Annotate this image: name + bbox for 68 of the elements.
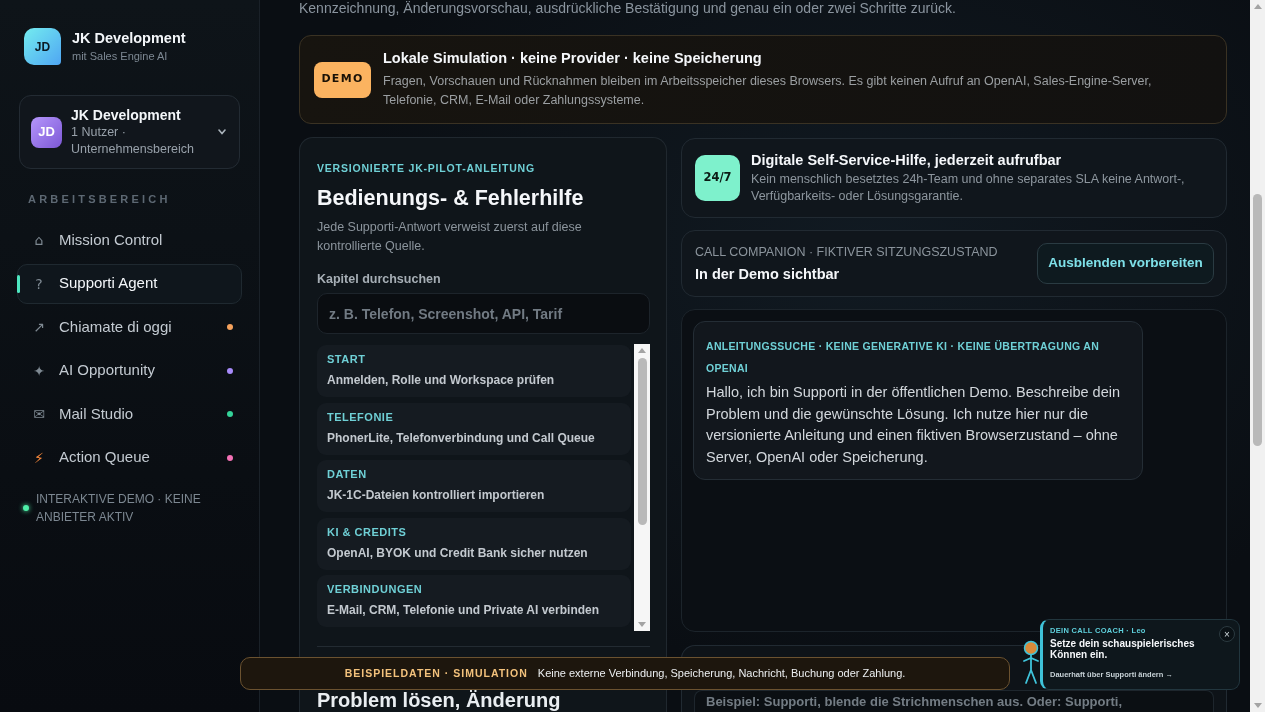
- question-mark-icon: ?: [31, 275, 47, 292]
- brand-title: JK Development: [72, 29, 186, 47]
- section-eyebrow: VERSIONIERTE JK-PILOT-ANLEITUNG: [317, 162, 536, 174]
- scrollbar-thumb[interactable]: [1253, 194, 1262, 446]
- scroll-up-icon[interactable]: [1253, 4, 1262, 9]
- section-label: ARBEITSBEREICH: [28, 193, 172, 205]
- scrollbar-thumb[interactable]: [637, 358, 647, 525]
- chevron-down-icon: [218, 129, 226, 135]
- scroll-up-icon[interactable]: [638, 348, 646, 353]
- lightning-icon: ⚡: [31, 449, 47, 466]
- chapter-title: JK-1C-Dateien kontrolliert importieren: [327, 487, 546, 503]
- scroll-down-icon[interactable]: [638, 622, 646, 627]
- section-title: Problem lösen, Änderung: [317, 690, 562, 710]
- sidebar-item[interactable]: ↗ Chiamate di oggi: [17, 307, 242, 347]
- chapter-item[interactable]: START Anmelden, Rolle und Workspace prüfen: [317, 345, 631, 397]
- guide-description: Jede Supporti-Antwort verweist zuerst auf diese kontrollierte Quelle.: [317, 219, 583, 255]
- sparkle-icon: ✦: [31, 362, 47, 379]
- chapter-tag: START: [327, 353, 621, 365]
- sidebar-item[interactable]: ? Supporti Agent: [17, 263, 242, 304]
- scroll-down-icon[interactable]: [1253, 703, 1262, 708]
- search-label: Kapitel durchsuchen: [317, 271, 442, 287]
- chapter-item[interactable]: TELEFONIE PhonerLite, Telefonverbindung und Call Queue: [317, 402, 631, 455]
- chapter-item[interactable]: DATEN JK-1C-Dateien kontrolliert importieren: [317, 460, 631, 512]
- workspace-avatar: JD: [31, 116, 62, 148]
- close-button[interactable]: ×: [1219, 626, 1235, 642]
- workspace-switcher[interactable]: JD JK Development 1 Nutzer · Unternehmensbereich: [19, 95, 240, 169]
- notice-text: Fragen, Vorschauen und Rücknahmen bleiben im Arbeitsspeicher dieses Browsers. Es gibt keinen Aufruf an OpenAI, Sales-Engine-Server, Telefonie, CRM, E-Mail oder Zahlungssysteme.: [383, 73, 1153, 109]
- chapter-item[interactable]: KI & CREDITS OpenAI, BYOK und Credit Bank sicher nutzen: [317, 517, 631, 570]
- hide-button[interactable]: Ausblenden vorbereiten: [1037, 243, 1214, 284]
- info-text: Kein menschlich besetztes 24h-Team und ohne separates SLA keine Antwort-, Verfügbarkeits- oder Lösungsgarantie.: [751, 171, 1186, 205]
- status-value: In der Demo sichtbar: [695, 264, 841, 284]
- sidebar-item[interactable]: ✉ Mail Studio: [17, 394, 242, 434]
- chapter-title: E-Mail, CRM, Telefonie und Private AI verbinden: [327, 602, 601, 618]
- stick-figure-icon: [1022, 640, 1040, 684]
- availability-badge: 24/7: [695, 155, 740, 201]
- search-field[interactable]: z. B. Telefon, Screenshot, API, Tarif: [317, 293, 650, 334]
- house-icon: ⌂: [31, 232, 47, 248]
- status-dot-icon: [23, 505, 29, 511]
- workspace-meta: 1 Nutzer · Unternehmensbereich: [71, 123, 195, 158]
- brand-logo: JD: [24, 28, 61, 65]
- info-title: Digitale Self-Service-Hilfe, jederzeit aufrufbar: [751, 151, 1063, 170]
- chapter-item[interactable]: VERBINDUNGEN E-Mail, CRM, Telefonie und Private AI verbinden: [317, 575, 631, 627]
- arrow-icon: ↗: [31, 319, 47, 335]
- chapter-tag: DATEN: [327, 468, 621, 480]
- sidebar-item[interactable]: ✦ AI Opportunity: [17, 350, 242, 391]
- sidebar-item[interactable]: ⚡ Action Queue: [17, 437, 242, 478]
- chapter-title: Anmelden, Rolle und Workspace prüfen: [327, 372, 556, 388]
- message-eyebrow: ANLEITUNGSSUCHE · KEINE GENERATIVE KI · KEINE ÜBERTRAGUNG AN OPENAI: [706, 339, 1101, 376]
- chapter-tag: KI & CREDITS: [327, 525, 621, 538]
- guide-title: Bedienungs- & Fehlerhilfe: [317, 185, 585, 211]
- intro-text: Kennzeichnung, Änderungsvorschau, ausdrückliche Bestätigung und genau ein oder zwei Schritte zurück.: [299, 0, 957, 16]
- message-text: Hallo, ich bin Supporti in der öffentlichen Demo. Beschreibe dein Problem und die gewünschte Lösung. Ich nutze hier nur die versionierte Anleitung und einen fiktiven Browserzustand – ohne Server, OpenAI oder Speicherung.: [706, 383, 1122, 468]
- brand-subtitle: mit Sales Engine AI: [72, 49, 169, 64]
- chapter-tag: VERBINDUNGEN: [327, 583, 621, 595]
- envelope-icon: ✉: [31, 406, 47, 422]
- chapter-title: PhonerLite, Telefonverbindung und Call Queue: [327, 429, 596, 446]
- chapter-title: OpenAI, BYOK und Credit Bank sicher nutzen: [327, 544, 589, 561]
- chapter-tag: TELEFONIE: [327, 410, 621, 423]
- demo-badge: DEMO: [314, 61, 371, 98]
- status-text: INTERAKTIVE DEMO · KEINE ANBIETER AKTIV: [36, 491, 202, 526]
- coach-title: Setze dein schauspielerisches Können ein.: [1050, 638, 1196, 660]
- problem-field[interactable]: Beispiel: Supporti, blende die Strichmenschen aus. Oder: Supporti,: [694, 690, 1214, 712]
- workspace-name: JK Development: [71, 105, 182, 124]
- banner-label: BEISPIELDATEN · SIMULATION: [344, 665, 528, 681]
- status-label: CALL COMPANION · FIKTIVER SITZUNGSZUSTAND: [695, 243, 998, 260]
- sidebar-item[interactable]: ⌂ Mission Control: [17, 220, 242, 260]
- notice-title: Lokale Simulation · keine Provider · keine Speicherung: [383, 49, 763, 68]
- banner-text: Keine externe Verbindung, Speicherung, Nachricht, Buchung oder Zahlung.: [537, 666, 906, 682]
